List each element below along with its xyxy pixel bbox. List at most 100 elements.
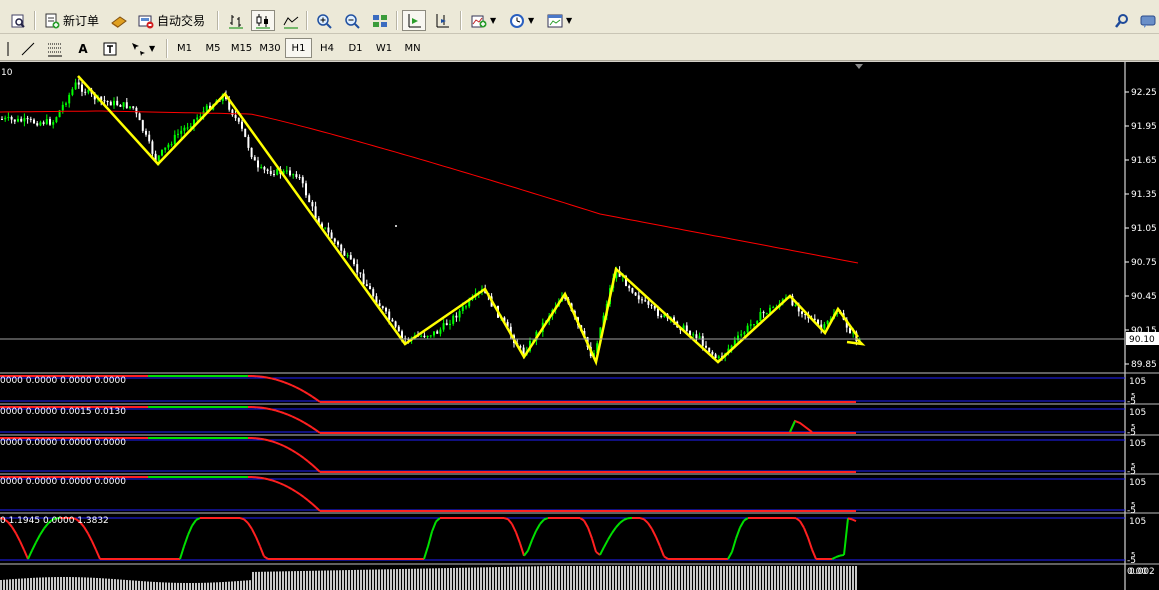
histogram-bar [774,566,776,590]
candle-body [749,324,752,326]
chart-window[interactable]: 10 92.25 91.95 91.65 91.35 91.05 90.75 90.45 90… [0,62,1159,590]
periods-button[interactable]: ▼ [505,10,538,31]
indicator-line-segment [275,441,281,446]
chart-shift-icon [436,13,449,27]
histogram-bar [405,568,407,590]
auto-trading-button[interactable]: 自动交易 [134,10,209,31]
candle-body [420,335,423,337]
trendline-tool[interactable] [16,38,40,59]
histogram-bar [126,580,128,590]
tile-windows-button[interactable] [368,10,392,31]
indicator-panel-2: 0000 0.0000 0.0015 0.0130 [0,403,1159,434]
community-button[interactable] [1136,10,1159,31]
timeframe-h4[interactable]: H4 [314,38,341,58]
histogram-bar [690,566,692,590]
timeframe-w1[interactable]: W1 [371,38,398,58]
histogram-bar [783,566,785,590]
histogram-bar [600,566,602,590]
indicator-line-segment [251,528,257,538]
histogram-bar [393,569,395,590]
auto-scroll-button[interactable] [402,10,426,31]
clock-icon [510,13,524,28]
histogram-bar [537,566,539,590]
histogram-bar [114,579,116,590]
search-button[interactable] [1110,10,1134,31]
histogram-bar [285,571,287,590]
candlestick-chart-button[interactable] [251,10,275,31]
candle-body [337,241,339,245]
profiles-button[interactable] [6,10,30,31]
indicator-line-segment [83,526,89,534]
candle-body [20,118,23,122]
histogram-bar [201,582,203,590]
candle-body [698,336,701,339]
candle-body [711,351,714,355]
histogram-bar [795,566,797,590]
timeframe-mn[interactable]: MN [399,38,426,58]
candle-body [631,288,634,293]
zoom-in-button[interactable] [312,10,336,31]
new-order-icon [45,13,60,28]
timeframe-m5[interactable]: M5 [200,38,227,58]
vertical-line-icon [7,41,9,56]
histogram-bar [57,577,59,590]
histogram-bar [609,566,611,590]
chart-canvas[interactable]: 10 92.25 91.95 91.65 91.35 91.05 90.75 90.45 90… [0,62,1159,590]
histogram-bar [60,577,62,590]
timeframe-m15[interactable]: M15 [228,38,255,58]
text-tool[interactable]: A [71,38,95,59]
metaeditor-button[interactable] [107,10,131,31]
indicator-line-segment [295,490,301,496]
histogram-bar [513,566,515,590]
histogram-bar [753,566,755,590]
text-label-tool[interactable] [98,38,122,59]
line-chart-button[interactable] [279,10,303,31]
histogram-bar [189,582,191,590]
bar-chart-button[interactable] [224,10,248,31]
histogram-bar [297,571,299,590]
chevron-down-icon: ▼ [490,16,497,25]
indicator-values: 0000 0.0000 0.0000 0.0000 [0,438,126,448]
indicator-line-segment [87,532,93,542]
histogram-bar [210,582,212,590]
histogram-bar [444,568,446,590]
indicator-line-segment [283,381,289,385]
histogram-bar [171,582,173,590]
indicator-line-segment [263,407,269,410]
indicators-button[interactable]: ▼ [467,10,500,31]
indicator-panel-4: 0000 0.0000 0.0000 0.0000 [0,473,1159,512]
candle-body [109,101,112,106]
histogram-bar [660,566,662,590]
histogram-bar [819,566,821,590]
new-order-button[interactable]: 新订单 [40,10,103,31]
price-label: 91.95 [1131,122,1157,132]
indicator-line-segment [535,523,541,532]
histogram-bar [174,582,176,590]
candle-body [285,170,288,172]
candle-body [71,89,74,95]
indicator-line-segment [303,421,309,426]
indicator-line-segment [179,546,185,560]
templates-button[interactable]: ▼ [543,10,576,31]
candle-body [644,300,647,302]
indicator-line-segment [239,517,245,521]
candle-body [391,319,394,322]
histogram-bar [252,571,254,590]
timeframe-m1[interactable]: M1 [171,38,198,58]
histogram-bar [804,566,806,590]
price-label: 91.35 [1131,190,1157,200]
arrows-tool[interactable]: ▼ [126,38,159,59]
timeframe-m30[interactable]: M30 [257,38,284,58]
zoom-out-button[interactable] [340,10,364,31]
histogram-bar [777,566,779,590]
timeframe-d1[interactable]: D1 [342,38,369,58]
timeframe-h1[interactable]: H1 [285,38,312,58]
fibonacci-tool[interactable] [43,38,67,59]
candle-body [17,118,19,122]
indicator-line-segment [91,540,97,551]
indicator-line-segment [307,460,313,466]
histogram-bar [240,580,242,590]
histogram-bar [837,566,839,590]
candle-body [289,170,291,176]
chart-shift-button[interactable] [430,10,454,31]
